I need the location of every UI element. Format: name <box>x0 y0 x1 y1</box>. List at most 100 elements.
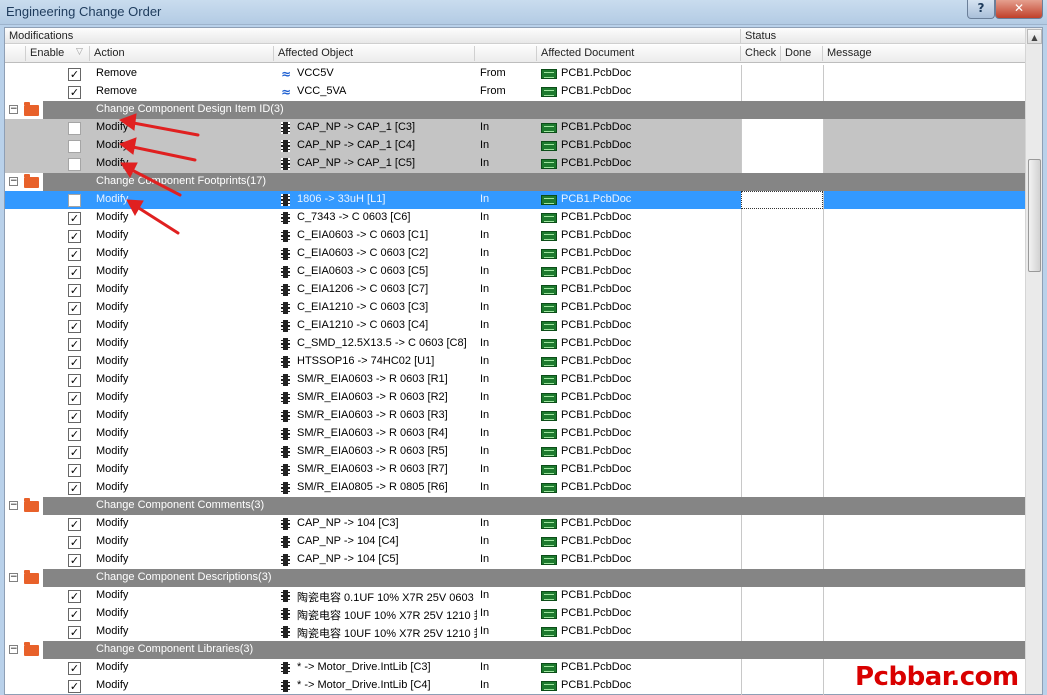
enable-checkbox[interactable]: ✓ <box>68 230 81 243</box>
enable-checkbox[interactable] <box>68 122 81 135</box>
change-row[interactable]: ✓ Modify C_EIA0603 -> C 0603 [C5] In PCB1.Pc… <box>5 263 1025 281</box>
header-action[interactable]: Action <box>90 46 274 61</box>
enable-checkbox[interactable]: ✓ <box>68 302 81 315</box>
enable-checkbox[interactable]: ✓ <box>68 248 81 261</box>
change-row[interactable]: ✓ Modify HTSSOP16 -> 74HC02 [U1] In PCB1.Pcb… <box>5 353 1025 371</box>
help-button[interactable]: ? <box>967 0 995 19</box>
group-row[interactable]: − Change Component Libraries(3) <box>5 641 1025 659</box>
direction-cell: In <box>480 589 490 601</box>
header-status[interactable]: Status <box>741 29 1025 44</box>
enable-checkbox[interactable]: ✓ <box>68 518 81 531</box>
change-row[interactable]: ✓ Modify 陶瓷电容 0.1UF 10% X7R 25V 0603 封 In PC… <box>5 587 1025 605</box>
header-direction[interactable] <box>475 46 537 61</box>
pcb-document-icon <box>541 195 557 205</box>
change-row[interactable]: ✓ Modify 陶瓷电容 10UF 10% X7R 25V 1210 封 In PCB… <box>5 623 1025 641</box>
change-row[interactable]: ✓ Modify 陶瓷电容 10UF 10% X7R 25V 1210 封 In PCB… <box>5 605 1025 623</box>
header-done[interactable]: Done <box>781 46 823 61</box>
change-row[interactable]: ✓ Modify CAP_NP -> 104 [C5] In PCB1.PcbDoc <box>5 551 1025 569</box>
change-row[interactable]: ✓ Modify SM/R_EIA0603 -> R 0603 [R2] In PCB1… <box>5 389 1025 407</box>
change-row[interactable]: ✓ Modify SM/R_EIA0603 -> R 0603 [R3] In PCB1… <box>5 407 1025 425</box>
enable-checkbox[interactable] <box>68 194 81 207</box>
enable-checkbox[interactable]: ✓ <box>68 626 81 639</box>
enable-checkbox[interactable]: ✓ <box>68 284 81 297</box>
enable-checkbox[interactable]: ✓ <box>68 446 81 459</box>
change-row[interactable]: ✓ Modify C_EIA1206 -> C 0603 [C7] In PCB1.Pc… <box>5 281 1025 299</box>
action-cell: Modify <box>96 373 129 385</box>
group-row[interactable]: − Change Component Comments(3) <box>5 497 1025 515</box>
direction-cell: In <box>480 517 490 529</box>
change-row[interactable]: ✓ Modify C_EIA1210 -> C 0603 [C4] In PCB1.Pc… <box>5 317 1025 335</box>
direction-cell: In <box>480 481 490 493</box>
change-row[interactable]: Modify CAP_NP -> CAP_1 [C5] In PCB1.PcbDoc <box>5 155 1025 173</box>
enable-checkbox[interactable]: ✓ <box>68 680 81 693</box>
group-label: Change Component Libraries(3) <box>96 643 254 655</box>
vertical-scrollbar[interactable]: ▲ <box>1025 28 1042 694</box>
collapse-icon[interactable]: − <box>9 177 18 186</box>
group-row[interactable]: − Change Component Design Item ID(3) <box>5 101 1025 119</box>
header-affected-document[interactable]: Affected Document <box>537 46 741 61</box>
enable-checkbox[interactable] <box>68 140 81 153</box>
header-affected-object[interactable]: Affected Object <box>274 46 475 61</box>
enable-checkbox[interactable]: ✓ <box>68 356 81 369</box>
collapse-icon[interactable]: − <box>9 645 18 654</box>
change-row[interactable]: Modify 1806 -> 33uH [L1] In PCB1.PcbDoc <box>5 191 1025 209</box>
enable-checkbox[interactable]: ✓ <box>68 608 81 621</box>
group-row[interactable]: − Change Component Footprints(17) <box>5 173 1025 191</box>
enable-checkbox[interactable]: ✓ <box>68 266 81 279</box>
header-message[interactable]: Message <box>823 46 1025 61</box>
change-row[interactable]: ✓ Modify C_EIA1210 -> C 0603 [C3] In PCB1.Pc… <box>5 299 1025 317</box>
enable-checkbox[interactable]: ✓ <box>68 320 81 333</box>
change-row[interactable]: ✓ Modify SM/R_EIA0603 -> R 0603 [R1] In PCB1… <box>5 371 1025 389</box>
change-row[interactable]: ✓ Modify CAP_NP -> 104 [C3] In PCB1.PcbDoc <box>5 515 1025 533</box>
affected-object-cell: CAP_NP -> CAP_1 [C4] <box>297 139 416 151</box>
enable-checkbox[interactable]: ✓ <box>68 86 81 99</box>
header-check[interactable]: Check <box>741 46 781 61</box>
enable-checkbox[interactable]: ✓ <box>68 482 81 495</box>
change-row[interactable]: ✓ Modify SM/R_EIA0603 -> R 0603 [R4] In PCB1… <box>5 425 1025 443</box>
enable-checkbox[interactable] <box>68 158 81 171</box>
change-row[interactable]: Modify CAP_NP -> CAP_1 [C3] In PCB1.PcbDoc <box>5 119 1025 137</box>
direction-cell: In <box>480 661 490 673</box>
change-row[interactable]: ✓ Remove ≈ VCC5V From PCB1.PcbDoc <box>5 65 1025 83</box>
enable-checkbox[interactable]: ✓ <box>68 536 81 549</box>
enable-checkbox[interactable]: ✓ <box>68 338 81 351</box>
enable-checkbox[interactable]: ✓ <box>68 374 81 387</box>
change-row[interactable]: ✓ Remove ≈ VCC_5VA From PCB1.PcbDoc <box>5 83 1025 101</box>
message-cell <box>823 371 1025 389</box>
change-row[interactable]: ✓ Modify SM/R_EIA0805 -> R 0805 [R6] In PCB1… <box>5 479 1025 497</box>
change-row[interactable]: ✓ Modify C_SMD_12.5X13.5 -> C 0603 [C8] In P… <box>5 335 1025 353</box>
action-cell: Modify <box>96 391 129 403</box>
collapse-icon[interactable]: − <box>9 105 18 114</box>
collapse-icon[interactable]: − <box>9 501 18 510</box>
change-row[interactable]: ✓ Modify SM/R_EIA0603 -> R 0603 [R7] In PCB1… <box>5 461 1025 479</box>
change-row[interactable]: ✓ Modify C_EIA0603 -> C 0603 [C2] In PCB1.Pc… <box>5 245 1025 263</box>
scroll-up-icon[interactable]: ▲ <box>1027 29 1042 44</box>
header-modifications[interactable]: Modifications <box>5 29 741 44</box>
collapse-icon[interactable]: − <box>9 573 18 582</box>
enable-checkbox[interactable]: ✓ <box>68 392 81 405</box>
check-cell <box>741 605 823 623</box>
change-row[interactable]: ✓ Modify SM/R_EIA0603 -> R 0603 [R5] In PCB1… <box>5 443 1025 461</box>
enable-checkbox[interactable]: ✓ <box>68 428 81 441</box>
change-row[interactable]: ✓ Modify CAP_NP -> 104 [C4] In PCB1.PcbDoc <box>5 533 1025 551</box>
enable-checkbox[interactable]: ✓ <box>68 464 81 477</box>
enable-checkbox[interactable]: ✓ <box>68 410 81 423</box>
enable-checkbox[interactable]: ✓ <box>68 212 81 225</box>
action-cell: Modify <box>96 265 129 277</box>
change-row[interactable]: ✓ Modify C_EIA0603 -> C 0603 [C1] In PCB1.Pc… <box>5 227 1025 245</box>
enable-checkbox[interactable]: ✓ <box>68 662 81 675</box>
change-row[interactable]: Modify CAP_NP -> CAP_1 [C4] In PCB1.PcbDoc <box>5 137 1025 155</box>
enable-checkbox[interactable]: ✓ <box>68 554 81 567</box>
group-row[interactable]: − Change Component Descriptions(3) <box>5 569 1025 587</box>
folder-icon <box>24 570 39 584</box>
direction-cell: In <box>480 265 490 277</box>
change-row[interactable]: ✓ Modify C_7343 -> C 0603 [C6] In PCB1.PcbDo… <box>5 209 1025 227</box>
scrollbar-thumb[interactable] <box>1028 159 1041 272</box>
check-cell <box>741 659 823 677</box>
close-button[interactable]: ✕ <box>995 0 1043 19</box>
enable-checkbox[interactable]: ✓ <box>68 68 81 81</box>
enable-checkbox[interactable]: ✓ <box>68 590 81 603</box>
sort-icon[interactable]: ▽ <box>76 47 83 57</box>
check-cell <box>741 479 823 497</box>
affected-object-cell: SM/R_EIA0603 -> R 0603 [R5] <box>297 445 448 457</box>
